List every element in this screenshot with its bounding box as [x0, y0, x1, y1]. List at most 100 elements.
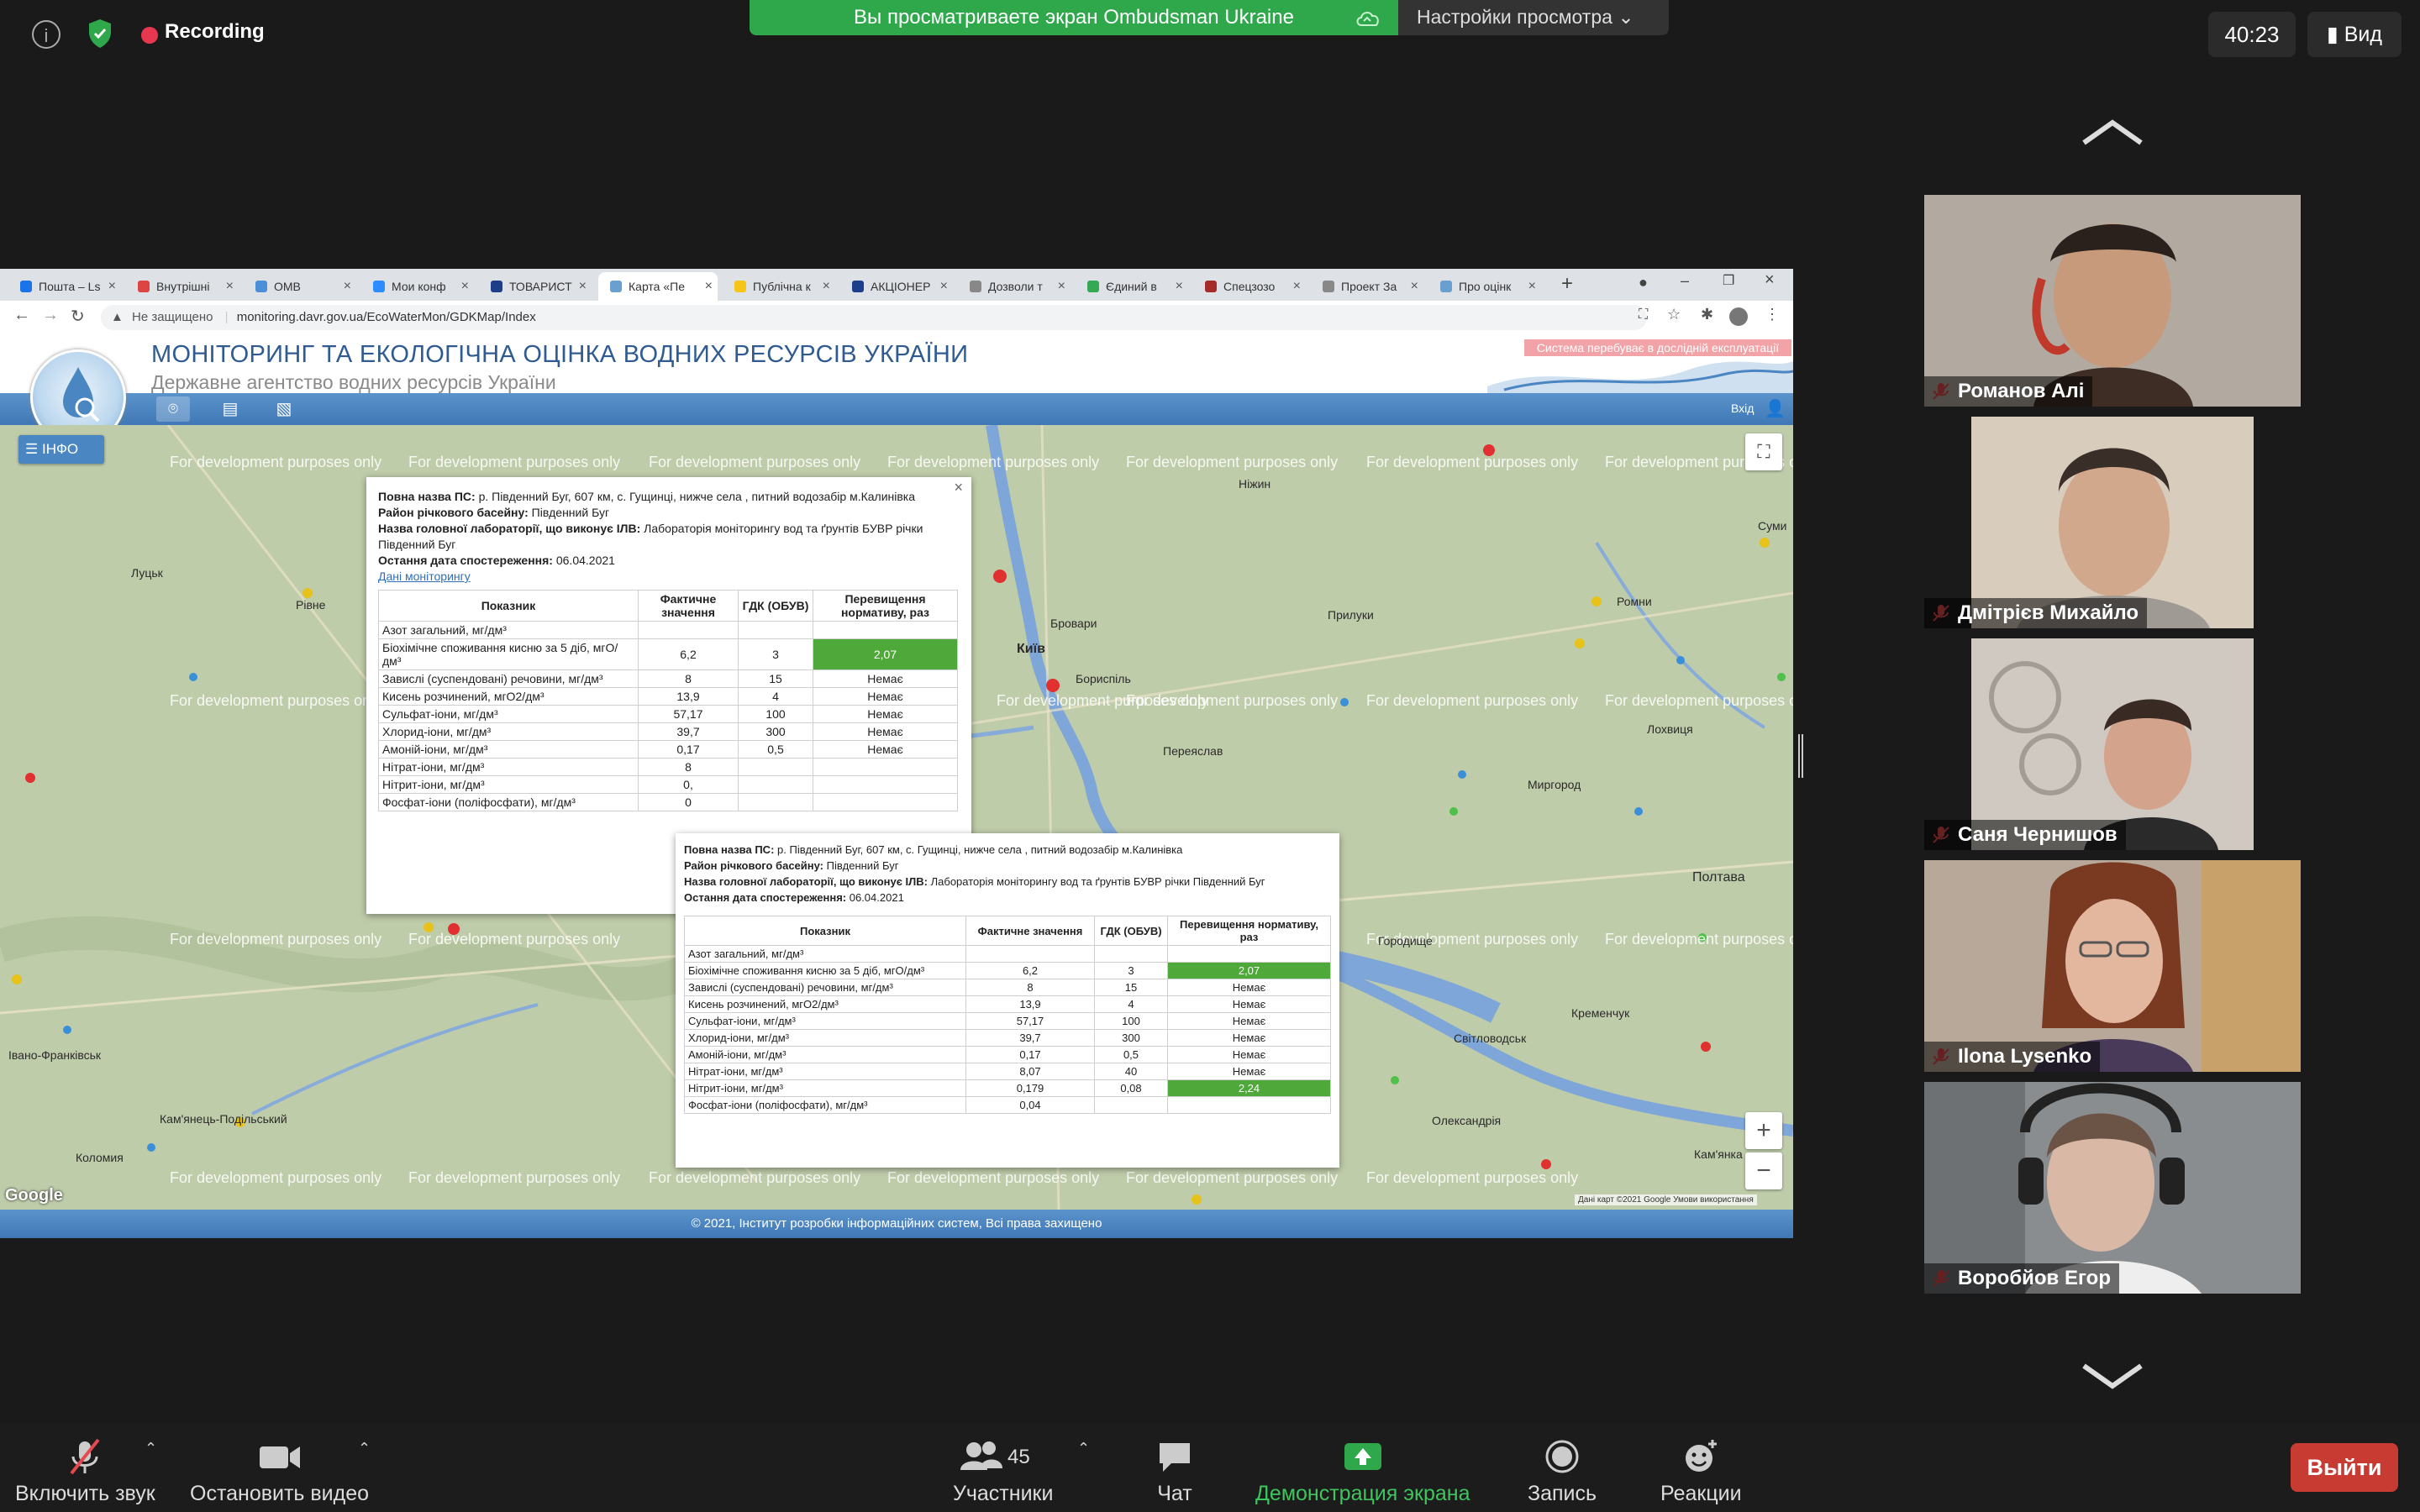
browser-tab[interactable]: Дозволи т × [958, 272, 1071, 301]
indicator-name: Нітрат-іони, мг/дм³ [684, 1063, 966, 1080]
exceed-value: Немає [1167, 1012, 1331, 1030]
exceed-value: Немає [813, 740, 958, 759]
participant-tile[interactable]: Ilona Lysenko [1924, 860, 2301, 1072]
profile-avatar[interactable] [1729, 307, 1748, 326]
grid-view-icon: ▮ [2327, 23, 2344, 46]
forward-icon[interactable]: → [42, 306, 59, 325]
browser-tab-bar: Пошта – Ls × Внутрішні × OMB × Мои конф × ТО… [0, 269, 1793, 301]
encryption-shield-icon[interactable] [87, 18, 113, 49]
browser-tab-active[interactable]: Карта «Пе × [598, 272, 718, 301]
browser-tab[interactable]: OMB × [244, 272, 356, 301]
chevron-down-icon[interactable] [2081, 1361, 2144, 1391]
reactions-button[interactable]: Реакции [1660, 1436, 1742, 1506]
translate-icon[interactable]: ⛶ [1639, 307, 1648, 323]
meeting-timer: 40:23 [2208, 12, 2296, 57]
url-field[interactable]: ▲ Не защищено | monitoring.davr.gov.ua/E… [101, 305, 1647, 330]
browser-menu-icon[interactable]: ⋮ [1765, 306, 1780, 323]
participant-tile[interactable]: Дмітрієв Михайло [1924, 417, 2301, 628]
browser-tab[interactable]: Спецзозо × [1193, 272, 1306, 301]
map-credit[interactable]: Дані карт ©2021 Google Умови використанн… [1575, 1194, 1757, 1205]
close-tab-icon[interactable]: × [1411, 272, 1418, 301]
bookmark-star-icon[interactable]: ☆ [1667, 306, 1681, 323]
browser-tab[interactable]: ТОВАРИСТ × [479, 272, 592, 301]
window-close-icon[interactable]: × [1765, 270, 1775, 290]
popup-close-icon[interactable]: × [954, 479, 963, 496]
participants-options-caret-icon[interactable]: ⌃ [1077, 1440, 1090, 1457]
hamburger-icon: ☰ [25, 441, 39, 457]
map-pin-icon[interactable]: ⌾ [156, 396, 190, 422]
map-watermark: For development purposes only [1366, 1169, 1579, 1186]
chevron-up-icon[interactable] [2081, 118, 2144, 148]
reload-icon[interactable]: ↻ [71, 306, 85, 327]
document-icon[interactable]: ▤ [213, 396, 247, 422]
view-settings-dropdown[interactable]: Настройки просмотра ⌄ [1398, 0, 1669, 35]
browser-tab[interactable]: АКЦІОНЕР × [840, 272, 953, 301]
close-tab-icon[interactable]: × [108, 272, 116, 301]
participant-tile[interactable]: Воробйов Егор [1924, 1082, 2301, 1294]
browser-tab[interactable]: Внутрішні × [126, 272, 239, 301]
fact-value: 39,7 [965, 1029, 1095, 1047]
video-options-caret-icon[interactable]: ⌃ [358, 1440, 371, 1457]
user-icon[interactable]: 👤 [1765, 398, 1786, 419]
close-tab-icon[interactable]: × [1058, 272, 1065, 301]
exceed-value: Немає [1167, 979, 1331, 996]
new-tab-icon[interactable]: + [1561, 272, 1573, 296]
map-city-label: Рівне [296, 598, 326, 612]
indicator-name: Кисень розчинений, мгО2/дм³ [684, 995, 966, 1013]
browser-tab[interactable]: Про оцінк × [1428, 272, 1541, 301]
participant-tile[interactable]: Саня Чернишов [1924, 638, 2301, 850]
table-row: Азот загальний, мг/дм³ [378, 621, 958, 639]
stop-video-button[interactable]: Остановить видео [190, 1436, 369, 1506]
gdk-value: 3 [738, 638, 813, 670]
close-tab-icon[interactable]: × [461, 272, 469, 301]
close-tab-icon[interactable]: × [344, 272, 351, 301]
gdk-value: 15 [738, 669, 813, 688]
fact-value: 8 [638, 758, 739, 776]
map-canvas[interactable]: For development purposes only For develo… [0, 425, 1793, 1210]
restore-icon[interactable]: ❐ [1723, 272, 1734, 289]
zoom-out-button[interactable]: − [1745, 1152, 1782, 1189]
participants-label: Участники [953, 1482, 1054, 1505]
extensions-icon[interactable]: ✱ [1701, 306, 1713, 323]
browser-tab[interactable]: Єдиний в × [1076, 272, 1188, 301]
participant-tile[interactable]: Романов Алі [1924, 195, 2301, 407]
browser-tab[interactable]: Мои конф × [361, 272, 474, 301]
close-tab-icon[interactable]: × [1528, 272, 1536, 301]
browser-tab[interactable]: Публічна к × [723, 272, 835, 301]
login-link[interactable]: Вхід [1731, 402, 1754, 415]
leave-meeting-button[interactable]: Выйти [2291, 1443, 2398, 1492]
close-tab-icon[interactable]: × [579, 272, 587, 301]
exceed-value [813, 758, 958, 776]
back-icon[interactable]: ← [13, 306, 30, 325]
zoom-in-button[interactable]: + [1745, 1112, 1782, 1149]
close-tab-icon[interactable]: × [1176, 272, 1183, 301]
meeting-info-icon[interactable]: i [32, 20, 60, 49]
browser-tab[interactable]: Проект За × [1311, 272, 1423, 301]
browser-tab[interactable]: Пошта – Ls × [8, 272, 121, 301]
fact-value: 13,9 [638, 687, 739, 706]
resize-handle[interactable] [1798, 734, 1803, 778]
close-tab-icon[interactable]: × [1293, 272, 1301, 301]
mute-button[interactable]: Включить звук [15, 1436, 155, 1506]
tab-favicon-icon [138, 281, 150, 292]
map-book-icon[interactable]: ▧ [267, 396, 301, 422]
participants-button[interactable]: 45 Участники [953, 1436, 1053, 1506]
record-indicator-icon: ● [1639, 274, 1648, 291]
minimize-icon[interactable]: – [1681, 272, 1689, 290]
record-button[interactable]: Запись [1528, 1436, 1597, 1506]
share-screen-button[interactable]: Демонстрация экрана [1255, 1436, 1470, 1506]
tab-label: Проект За [1341, 280, 1397, 293]
monitoring-data-link[interactable]: Дані моніторингу [378, 570, 471, 583]
close-tab-icon[interactable]: × [940, 272, 948, 301]
fullscreen-icon[interactable]: ⛶ [1745, 433, 1782, 470]
info-button[interactable]: ☰ ІНФО [18, 435, 104, 464]
view-button[interactable]: ▮ Вид [2307, 12, 2402, 57]
table-row: Сульфат-іони, мг/дм³ 57,17 100 Немає [684, 1012, 1331, 1030]
chat-button[interactable]: Чат [1155, 1436, 1195, 1506]
close-tab-icon[interactable]: × [705, 272, 713, 301]
record-label: Запись [1528, 1482, 1597, 1505]
audio-options-caret-icon[interactable]: ⌃ [145, 1440, 157, 1457]
close-tab-icon[interactable]: × [226, 272, 234, 301]
close-tab-icon[interactable]: × [823, 272, 830, 301]
date-row: Остання дата спостереження: 06.04.2021 [378, 553, 960, 569]
